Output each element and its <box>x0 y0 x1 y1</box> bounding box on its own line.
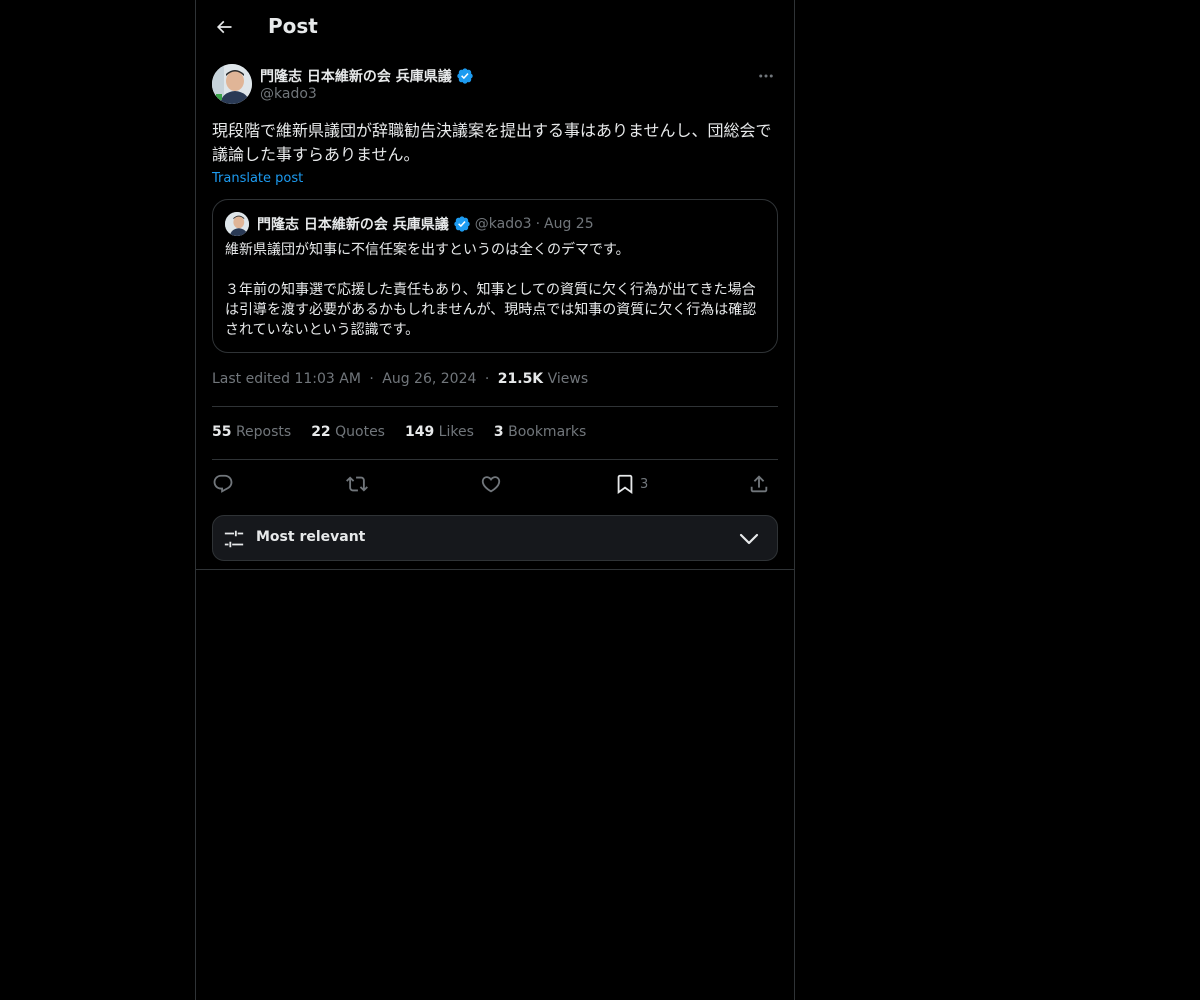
meta-separator: · <box>369 371 374 387</box>
quote-avatar <box>225 212 249 236</box>
post-actions: 3 <box>212 470 778 498</box>
bookmark-button[interactable]: 3 <box>614 472 648 496</box>
quotes-stat[interactable]: 22 Quotes <box>311 424 385 440</box>
reposts-stat[interactable]: 55 Reposts <box>212 424 291 440</box>
chevron-down-icon <box>739 533 759 545</box>
back-button[interactable] <box>208 11 240 43</box>
arrow-left-icon <box>216 20 232 34</box>
bookmark-count: 3 <box>640 476 649 492</box>
quote-avatar-image <box>225 212 249 236</box>
verified-badge-icon <box>457 68 473 84</box>
post-text: 現段階で維新県議団が辞職勧告決議案を提出する事はありませんし、団総会で議論した事… <box>212 121 772 164</box>
author-name[interactable]: 門隆志 日本維新の会 兵庫県議 <box>260 66 452 86</box>
bookmark-icon <box>617 474 633 495</box>
edited-timestamp[interactable]: Last edited 11:03 AM <box>212 371 361 387</box>
sort-label: Most relevant <box>256 529 366 545</box>
page-header: Post <box>196 0 794 54</box>
divider <box>212 459 778 460</box>
views-count: 21.5K <box>497 371 544 387</box>
translate-post-link[interactable]: Translate post <box>212 171 303 186</box>
divider <box>196 569 794 570</box>
share-button[interactable] <box>748 472 770 496</box>
more-dots-icon <box>759 74 773 78</box>
share-icon <box>750 475 768 493</box>
quoted-post[interactable]: 門隆志 日本維新の会 兵庫県議 @kado3 · Aug 25 維新県議団が知事… <box>212 199 778 353</box>
page-title: Post <box>268 14 318 38</box>
post-stats: 55 Reposts 22 Quotes 149 Likes 3 Bookmar… <box>212 424 586 440</box>
more-options-button[interactable] <box>754 64 778 88</box>
quote-author-name: 門隆志 日本維新の会 兵庫県議 <box>257 217 449 233</box>
meta-separator: · <box>484 371 490 387</box>
post-author: 門隆志 日本維新の会 兵庫県議 @kado3 <box>212 64 778 106</box>
like-button[interactable] <box>480 472 502 496</box>
repost-button[interactable] <box>346 472 368 496</box>
quote-author-handle: @kado3 <box>474 216 532 232</box>
avatar[interactable] <box>212 64 252 104</box>
quote-paragraph: ３年前の知事選で応援した責任もあり、知事としての資質に欠く行為が出てきた場合は引… <box>225 282 757 338</box>
avatar-image <box>212 64 252 104</box>
likes-stat[interactable]: 149 Likes <box>405 424 474 440</box>
heart-icon <box>481 476 501 493</box>
author-handle[interactable]: @kado3 <box>260 86 317 102</box>
sliders-icon <box>224 530 244 548</box>
views-label: Views <box>547 371 589 387</box>
quote-paragraph: 維新県議団が知事に不信任案を出すというのは全くのデマです。 <box>225 242 630 258</box>
post-meta: Last edited 11:03 AM · Aug 26, 2024 · 21… <box>212 371 588 387</box>
reply-sort-dropdown[interactable]: Most relevant <box>212 515 778 561</box>
main-column: Post 門隆志 日本維新の会 兵庫県議 @kado3 現段階で維新県議団が辞職… <box>195 0 795 1000</box>
divider <box>212 406 778 407</box>
quote-date: Aug 25 <box>544 216 594 232</box>
quote-text: 維新県議団が知事に不信任案を出すというのは全くのデマです。 ３年前の知事選で応援… <box>225 240 767 340</box>
repost-icon <box>346 476 368 492</box>
post-date[interactable]: Aug 26, 2024 <box>382 371 476 387</box>
reply-icon <box>213 474 233 493</box>
reply-button[interactable] <box>212 472 234 496</box>
verified-badge-icon <box>454 216 470 232</box>
bookmarks-stat[interactable]: 3 Bookmarks <box>494 424 586 440</box>
quote-separator: · <box>535 216 541 232</box>
